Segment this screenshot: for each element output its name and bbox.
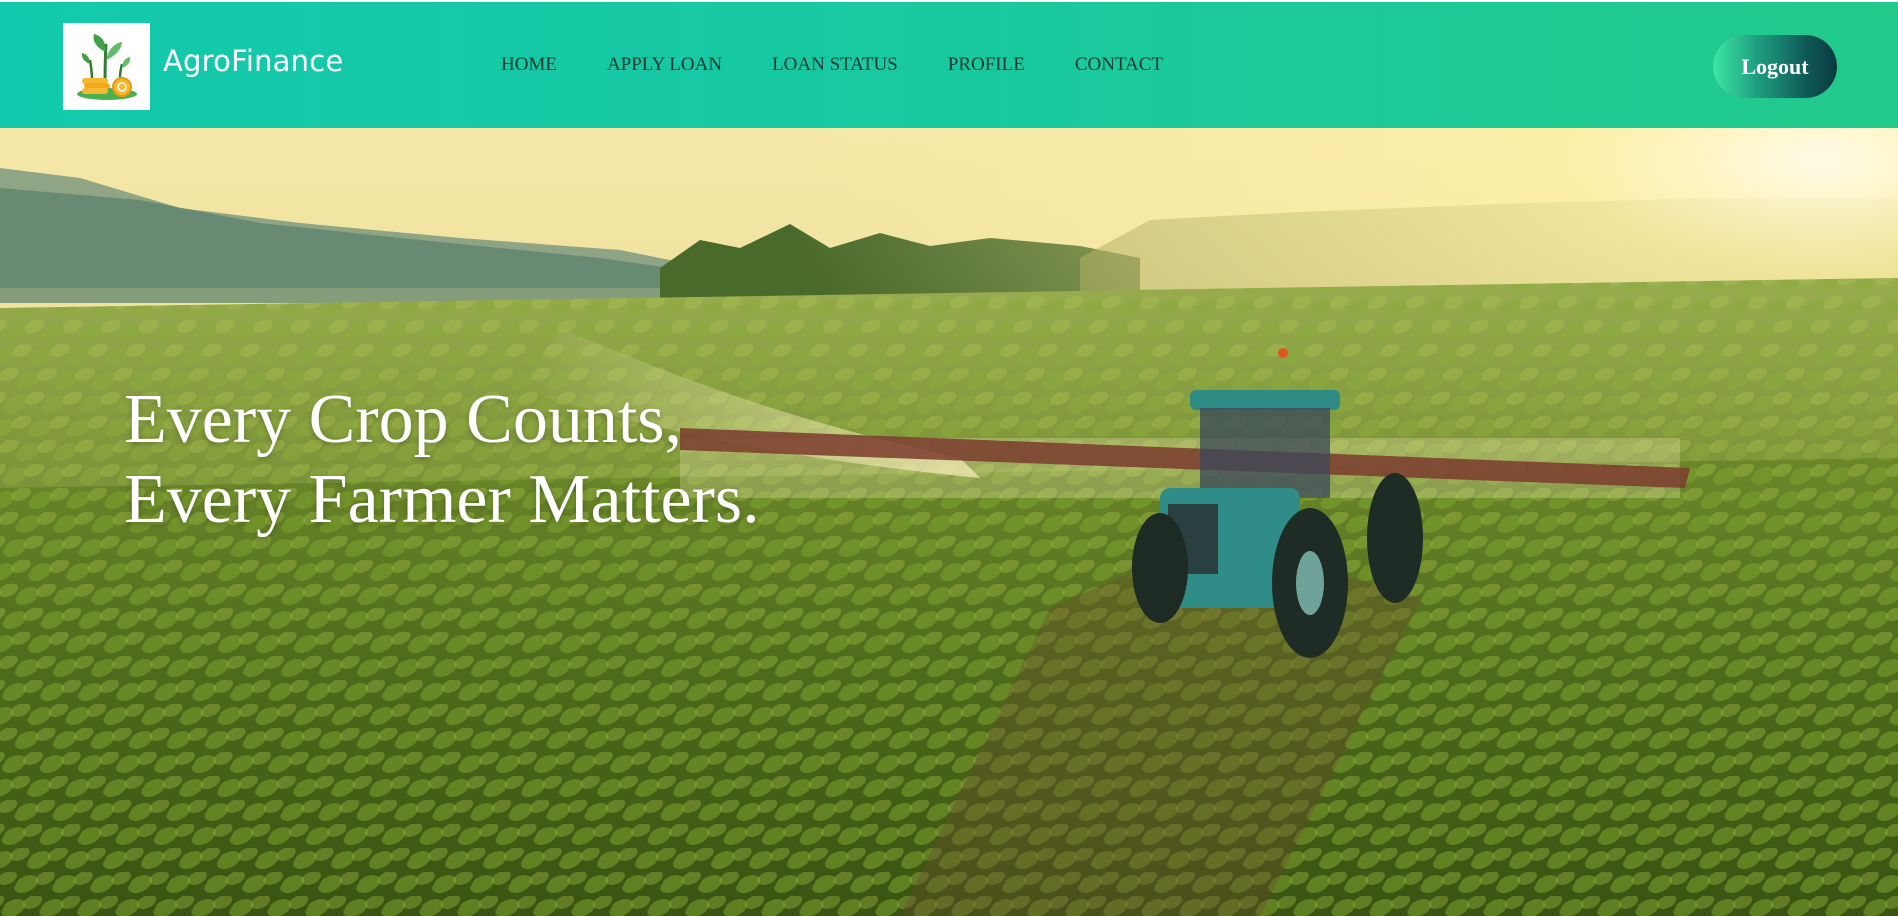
nav-profile-link[interactable]: PROFILE <box>948 54 1025 76</box>
nav-contact-link[interactable]: CONTACT <box>1075 54 1163 76</box>
nav-home-link[interactable]: HOME <box>501 54 557 76</box>
hero-headline-line-2: Every Farmer Matters. <box>124 461 760 538</box>
main-nav: HOME APPLY LOAN LOAN STATUS PROFILE CONT… <box>501 54 1213 76</box>
brand-logo[interactable] <box>63 23 150 110</box>
top-navbar: AgroFinance HOME APPLY LOAN LOAN STATUS … <box>0 2 1898 128</box>
nav-loan-status-link[interactable]: LOAN STATUS <box>772 54 898 76</box>
brand-name[interactable]: AgroFinance <box>163 44 343 78</box>
nav-apply-loan-link[interactable]: APPLY LOAN <box>607 54 722 76</box>
hero-headline-line-1: Every Crop Counts, <box>124 381 683 458</box>
plant-coins-icon <box>76 33 137 100</box>
hero-headline: Every Crop Counts, Every Farmer Matters. <box>124 380 760 540</box>
hero-section: Every Crop Counts, Every Farmer Matters. <box>0 128 1898 916</box>
logout-button[interactable]: Logout <box>1713 35 1837 98</box>
